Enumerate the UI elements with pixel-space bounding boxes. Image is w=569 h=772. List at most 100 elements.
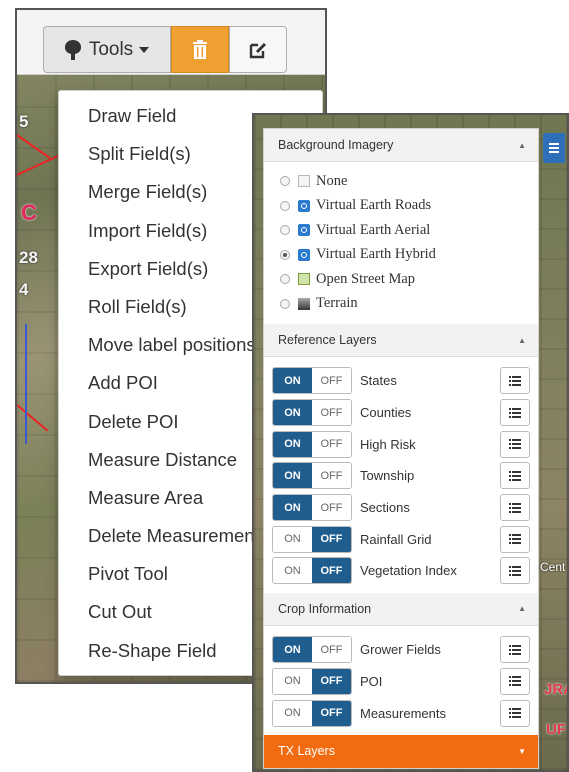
list-icon (509, 439, 521, 450)
imagery-option-virtual-earth-roads[interactable]: Virtual Earth Roads (280, 194, 538, 219)
option-label: Open Street Map (316, 270, 416, 287)
layer-toggle[interactable]: ON OFF (272, 557, 352, 585)
tx-layers-header[interactable]: TX Layers ▼ (264, 734, 538, 768)
imagery-option-terrain[interactable]: Terrain (280, 292, 538, 317)
layer-toggle[interactable]: ON OFF (272, 494, 352, 522)
imagery-option-virtual-earth-aerial[interactable]: Virtual Earth Aerial (280, 218, 538, 243)
radio-button[interactable] (280, 274, 290, 285)
toggle-on[interactable]: ON (273, 368, 312, 394)
layer-row-states: ON OFF States (272, 365, 538, 397)
list-icon (509, 708, 521, 719)
toggle-on[interactable]: ON (273, 526, 312, 552)
legend-button[interactable] (500, 430, 530, 458)
layer-name: Measurements (360, 705, 446, 721)
virtual-earth-icon (298, 199, 310, 212)
legend-button[interactable] (500, 494, 530, 522)
toggle-on[interactable]: ON (273, 637, 312, 663)
radio-button[interactable] (280, 225, 290, 236)
reference-layers-list: ON OFF States ON OFF Counties ON OFF Hig… (264, 357, 538, 593)
layer-name: Vegetation Index (360, 563, 457, 579)
imagery-option-open-street-map[interactable]: Open Street Map (280, 267, 538, 292)
legend-button[interactable] (500, 557, 530, 585)
delete-button[interactable] (171, 26, 229, 73)
legend-button[interactable] (500, 525, 530, 553)
legend-button[interactable] (500, 462, 530, 490)
option-label: Terrain (316, 295, 358, 312)
layer-name: Grower Fields (360, 642, 441, 658)
layer-toggle[interactable]: ON OFF (272, 430, 352, 458)
toggle-on[interactable]: ON (273, 400, 312, 426)
legend-button[interactable] (500, 636, 530, 664)
layer-row-sections: ON OFF Sections (272, 492, 538, 524)
layer-panel: Background Imagery ▲ None Virtual Earth … (263, 128, 539, 769)
collapse-up-icon: ▲ (518, 140, 526, 150)
option-label: Virtual Earth Hybrid (316, 246, 436, 263)
virtual-earth-icon (298, 248, 310, 261)
layer-toggle[interactable]: ON OFF (272, 367, 352, 395)
toggle-on[interactable]: ON (273, 495, 312, 521)
toggle-on[interactable]: ON (273, 668, 312, 694)
layer-row-grower-fields: ON OFF Grower Fields (272, 634, 538, 666)
toggle-on[interactable]: ON (273, 558, 312, 584)
list-icon (509, 470, 521, 481)
edit-button[interactable] (229, 26, 287, 73)
section-title: Crop Information (278, 601, 372, 616)
legend-button[interactable] (500, 699, 530, 727)
collapse-up-icon: ▲ (518, 604, 526, 614)
panel-toggle-button[interactable] (543, 133, 565, 163)
imagery-option-virtual-earth-hybrid[interactable]: Virtual Earth Hybrid (280, 243, 538, 268)
toggle-off[interactable]: OFF (312, 637, 351, 663)
tools-dropdown-button[interactable]: Tools (43, 26, 171, 73)
toggle-off[interactable]: OFF (312, 431, 351, 457)
layer-name: POI (360, 673, 383, 689)
toggle-off[interactable]: OFF (312, 526, 351, 552)
map-label: 4 (19, 280, 29, 299)
layer-toggle[interactable]: ON OFF (272, 462, 352, 490)
layer-row-rainfall-grid: ON OFF Rainfall Grid (272, 523, 538, 555)
toggle-off[interactable]: OFF (312, 368, 351, 394)
reference-layers-header[interactable]: Reference Layers ▲ (264, 324, 538, 357)
list-icon (509, 534, 521, 545)
option-label: Virtual Earth Roads (316, 197, 432, 214)
radio-button[interactable] (280, 176, 290, 187)
list-icon (509, 565, 521, 576)
toggle-on[interactable]: ON (273, 463, 312, 489)
layer-toggle[interactable]: ON OFF (272, 399, 352, 427)
section-title: TX Layers (278, 744, 335, 759)
toggle-off[interactable]: OFF (312, 463, 351, 489)
tools-label: Tools (88, 38, 134, 60)
edit-icon (249, 42, 267, 58)
map-label: 28 (19, 248, 38, 267)
layer-toggle[interactable]: ON OFF (272, 636, 352, 664)
layer-toggle[interactable]: ON OFF (272, 699, 352, 727)
legend-button[interactable] (500, 399, 530, 427)
toggle-off[interactable]: OFF (312, 400, 351, 426)
toggle-off[interactable]: OFF (312, 495, 351, 521)
imagery-option-none[interactable]: None (280, 169, 538, 194)
map-view-right[interactable]: Cent JRA UF Background Imagery ▲ None Vi… (252, 113, 569, 772)
legend-button[interactable] (500, 667, 530, 695)
radio-button[interactable] (280, 298, 290, 309)
list-icon (509, 644, 521, 655)
toggle-on[interactable]: ON (273, 431, 312, 457)
map-label: Cent (540, 560, 566, 574)
layer-name: Township (360, 468, 415, 484)
background-imagery-header[interactable]: Background Imagery ▲ (264, 129, 538, 162)
crop-information-header[interactable]: Crop Information ▲ (264, 592, 538, 626)
radio-button-selected[interactable] (280, 249, 290, 260)
expand-down-icon: ▼ (518, 746, 526, 756)
layer-toggle[interactable]: ON OFF (272, 525, 352, 553)
toggle-off[interactable]: OFF (312, 700, 351, 726)
background-imagery-options: None Virtual Earth Roads Virtual Earth A… (264, 162, 538, 324)
blank-icon (298, 175, 310, 188)
section-title: Background Imagery (278, 138, 394, 152)
toggle-on[interactable]: ON (273, 700, 312, 726)
layer-name: High Risk (360, 436, 416, 452)
toggle-off[interactable]: OFF (312, 668, 351, 694)
layer-name: Sections (360, 500, 410, 516)
layer-toggle[interactable]: ON OFF (272, 667, 352, 695)
legend-button[interactable] (500, 367, 530, 395)
radio-button[interactable] (280, 200, 290, 211)
tree-icon (64, 39, 81, 60)
toggle-off[interactable]: OFF (312, 558, 351, 584)
